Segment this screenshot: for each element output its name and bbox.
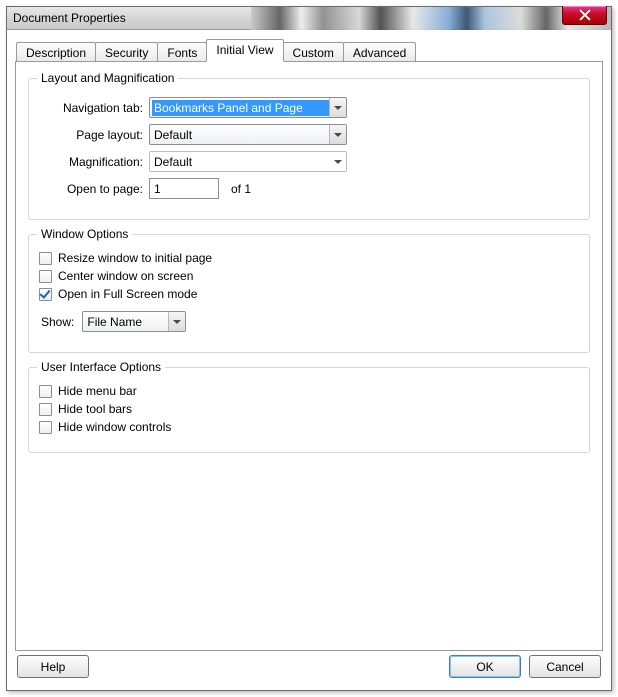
hide-tool-checkbox[interactable]: Hide tool bars <box>39 402 579 416</box>
tab-page-initial-view: Layout and Magnification Navigation tab:… <box>15 61 603 651</box>
close-button[interactable] <box>562 6 607 25</box>
hide-menu-checkbox[interactable]: Hide menu bar <box>39 384 579 398</box>
tab-advanced[interactable]: Advanced <box>343 42 416 62</box>
open-to-page-input[interactable]: 1 <box>149 178 219 199</box>
tab-description[interactable]: Description <box>16 42 96 62</box>
ok-button[interactable]: OK <box>449 655 521 678</box>
of-pages-label: of 1 <box>231 182 251 196</box>
group-legend: Layout and Magnification <box>37 71 178 85</box>
group-layout-magnification: Layout and Magnification Navigation tab:… <box>28 78 590 220</box>
tabstrip: Description Security Fonts Initial View … <box>15 38 603 61</box>
show-label: Show: <box>41 315 74 329</box>
close-icon <box>579 9 591 21</box>
checkbox-icon <box>39 270 52 283</box>
tab-security[interactable]: Security <box>95 42 158 62</box>
help-button[interactable]: Help <box>17 655 89 678</box>
checkbox-icon <box>39 252 52 265</box>
group-legend: User Interface Options <box>37 360 165 374</box>
checkbox-icon <box>39 288 52 301</box>
tab-initial-view[interactable]: Initial View <box>206 39 283 62</box>
page-layout-dropdown[interactable]: Default <box>149 124 347 145</box>
resize-window-checkbox[interactable]: Resize window to initial page <box>39 251 579 265</box>
dialog-window: Document Properties Description Security… <box>6 6 612 691</box>
magnification-value: Default <box>154 155 329 169</box>
fullscreen-checkbox[interactable]: Open in Full Screen mode <box>39 287 579 301</box>
button-bar: Help OK Cancel <box>15 651 603 678</box>
group-legend: Window Options <box>37 227 132 241</box>
tab-custom[interactable]: Custom <box>283 42 344 62</box>
checkbox-icon <box>39 385 52 398</box>
chevron-down-icon <box>329 125 346 144</box>
fullscreen-label: Open in Full Screen mode <box>58 287 197 301</box>
open-to-page-value: 1 <box>154 182 161 196</box>
chevron-down-icon <box>168 312 185 331</box>
titlebar-decor <box>251 7 611 30</box>
tab-fonts[interactable]: Fonts <box>157 42 207 62</box>
group-ui-options: User Interface Options Hide menu bar Hid… <box>28 367 590 453</box>
show-dropdown[interactable]: File Name <box>82 311 186 332</box>
magnification-dropdown[interactable]: Default <box>149 151 347 172</box>
help-button-label: Help <box>41 660 66 674</box>
page-layout-value: Default <box>154 128 329 142</box>
show-value: File Name <box>87 315 168 329</box>
hide-controls-label: Hide window controls <box>58 420 171 434</box>
hide-menu-label: Hide menu bar <box>58 384 137 398</box>
cancel-button-label: Cancel <box>546 660 583 674</box>
hide-controls-checkbox[interactable]: Hide window controls <box>39 420 579 434</box>
navigation-tab-dropdown[interactable]: Bookmarks Panel and Page <box>149 97 347 118</box>
checkbox-icon <box>39 421 52 434</box>
open-to-page-label: Open to page: <box>39 182 149 196</box>
navigation-tab-value: Bookmarks Panel and Page <box>152 100 329 116</box>
spacer <box>89 655 449 678</box>
ok-button-label: OK <box>476 660 493 674</box>
chevron-down-icon <box>329 152 346 171</box>
page-layout-label: Page layout: <box>39 128 149 142</box>
center-window-checkbox[interactable]: Center window on screen <box>39 269 579 283</box>
resize-window-label: Resize window to initial page <box>58 251 212 265</box>
center-window-label: Center window on screen <box>58 269 193 283</box>
client-area: Description Security Fonts Initial View … <box>7 30 611 690</box>
window-title: Document Properties <box>13 11 126 25</box>
group-window-options: Window Options Resize window to initial … <box>28 234 590 353</box>
hide-tool-label: Hide tool bars <box>58 402 132 416</box>
navigation-tab-label: Navigation tab: <box>39 101 149 115</box>
chevron-down-icon <box>329 98 346 117</box>
magnification-label: Magnification: <box>39 155 149 169</box>
titlebar: Document Properties <box>7 7 611 30</box>
cancel-button[interactable]: Cancel <box>529 655 601 678</box>
checkbox-icon <box>39 403 52 416</box>
